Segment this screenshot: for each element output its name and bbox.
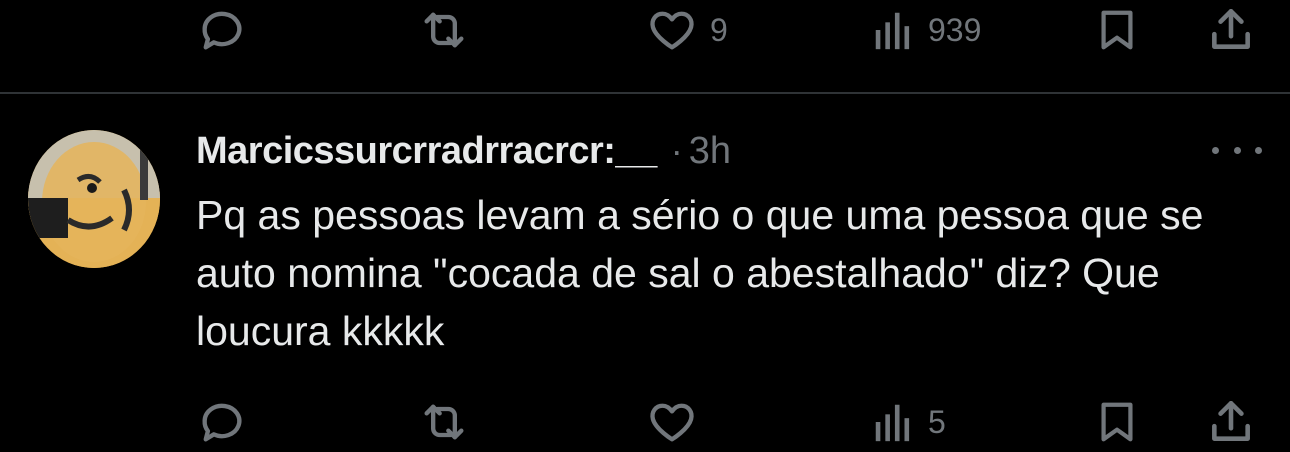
reply-icon [202, 11, 242, 50]
bookmark-button[interactable] [1094, 0, 1140, 60]
views-button[interactable]: 939 [870, 0, 981, 60]
tweet-header: Marcicssurcrradrracrcr:__ · 3h [196, 128, 731, 174]
reply-button[interactable] [196, 0, 248, 60]
more-horizontal-icon [1212, 146, 1219, 154]
more-horizontal-icon [1233, 146, 1241, 154]
bookmark-button[interactable] [1094, 392, 1140, 452]
retweet-button[interactable] [418, 0, 470, 60]
avatar[interactable] [28, 130, 160, 268]
more-options-button[interactable] [1212, 138, 1262, 162]
tweet-divider [0, 92, 1290, 94]
views-button[interactable]: 5 [870, 392, 946, 452]
bookmark-icon [1101, 402, 1133, 442]
timestamp[interactable]: 3h [689, 130, 731, 173]
like-button[interactable]: 9 [646, 0, 728, 60]
reply-button[interactable] [196, 392, 248, 452]
like-count: 9 [710, 11, 728, 48]
retweet-button[interactable] [418, 392, 470, 452]
top-action-bar: 9 939 [0, 0, 1290, 60]
more-horizontal-icon [1255, 146, 1262, 154]
views-icon [875, 404, 910, 442]
share-button[interactable] [1206, 0, 1256, 60]
share-icon [1212, 400, 1250, 441]
bottom-action-bar: 5 [0, 392, 1290, 452]
avatar-image [28, 130, 160, 268]
retweet-icon [424, 404, 464, 440]
heart-icon [650, 11, 694, 50]
display-name[interactable]: Marcicssurcrradrracrcr:__ [196, 130, 657, 173]
views-icon [875, 12, 910, 50]
like-button[interactable] [646, 392, 698, 452]
header-separator: · [670, 130, 683, 171]
tweet-text: Pq as pessoas levam a sério o que uma pe… [196, 192, 1204, 354]
share-icon [1212, 8, 1250, 49]
share-button[interactable] [1206, 392, 1256, 452]
retweet-icon [424, 12, 464, 48]
views-count: 5 [928, 403, 946, 440]
heart-icon [650, 403, 694, 442]
bookmark-icon [1101, 10, 1133, 50]
views-count: 939 [928, 11, 982, 48]
reply-icon [202, 403, 242, 442]
